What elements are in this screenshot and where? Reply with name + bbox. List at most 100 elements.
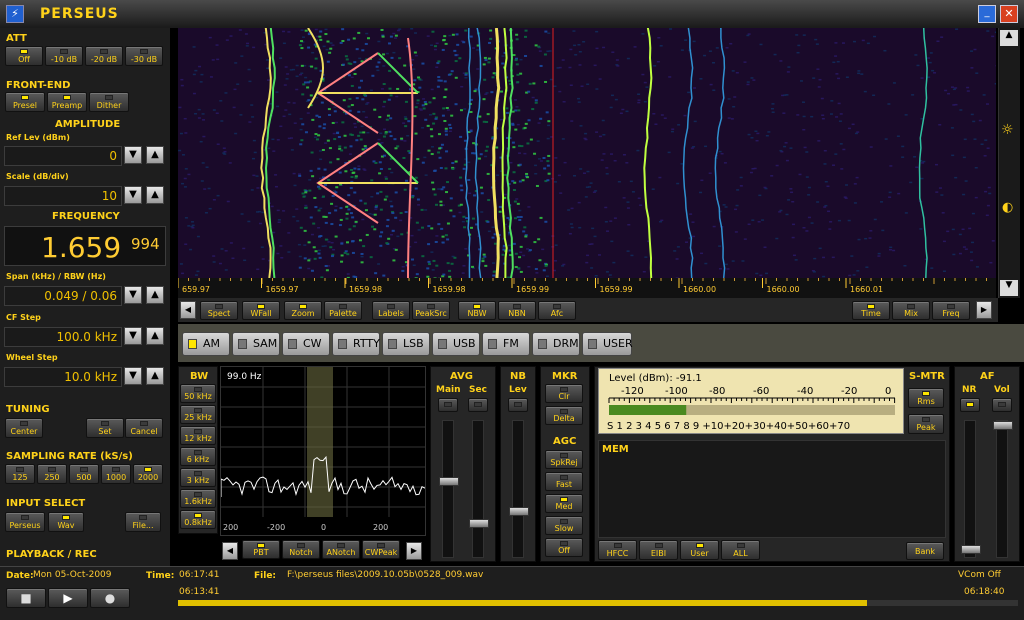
- toolbar-nbn-button[interactable]: NBN: [498, 301, 536, 320]
- toolbar-zoom-button[interactable]: Zoom: [284, 301, 322, 320]
- toolbar-mix-button[interactable]: Mix: [892, 301, 930, 320]
- bw-25-khz-button[interactable]: 25 kHz: [180, 405, 216, 424]
- toolbar-nbw-button[interactable]: NBW: [458, 301, 496, 320]
- smtr-peak-button[interactable]: Peak: [908, 414, 944, 434]
- mode-drm-button[interactable]: DRM: [532, 332, 580, 356]
- filter-cwpeak-button[interactable]: CWPeak: [362, 540, 400, 559]
- ref-lev-down-button[interactable]: ▼: [124, 146, 142, 164]
- toolbar-time-button[interactable]: Time: [852, 301, 890, 320]
- vol-toggle[interactable]: [992, 398, 1012, 412]
- vol-slider[interactable]: [993, 420, 1013, 558]
- bw-0-8khz-button[interactable]: 0.8kHz: [180, 510, 216, 529]
- mode-cw-button[interactable]: CW: [282, 332, 330, 356]
- cf-step-down-button[interactable]: ▼: [124, 327, 142, 345]
- avg-sec-slider[interactable]: [469, 420, 489, 558]
- bank-button[interactable]: Bank: [906, 542, 944, 560]
- record-button[interactable]: ●: [90, 588, 130, 608]
- scale-field[interactable]: 10: [4, 186, 122, 206]
- cf-step-field[interactable]: 100.0 kHz: [4, 327, 122, 347]
- toolbar-right-arrow[interactable]: ▶: [976, 301, 992, 319]
- att-30-db-button[interactable]: -30 dB: [125, 46, 163, 66]
- bw-50-khz-button[interactable]: 50 kHz: [180, 384, 216, 403]
- toolbar-freq-button[interactable]: Freq: [932, 301, 970, 320]
- toolbar-labels-button[interactable]: Labels: [372, 301, 410, 320]
- agc-fast-button[interactable]: Fast: [545, 472, 583, 491]
- sampling-2000-button[interactable]: 2000: [133, 464, 163, 484]
- input-wav-button[interactable]: Wav: [48, 512, 84, 532]
- filter-spectrum[interactable]: 99.0 Hz 200 -200 0 200: [220, 366, 426, 536]
- wheel-step-up-button[interactable]: ▲: [146, 367, 164, 385]
- att-off-button[interactable]: Off: [5, 46, 43, 66]
- agc-spkrej-button[interactable]: SpkRej: [545, 450, 583, 469]
- span-up-button[interactable]: ▲: [146, 286, 164, 304]
- filter-notch-button[interactable]: Notch: [282, 540, 320, 559]
- frontend-dither-button[interactable]: Dither: [89, 92, 129, 112]
- filter-pbt-button[interactable]: PBT: [242, 540, 280, 559]
- toolbar-afc-button[interactable]: Afc: [538, 301, 576, 320]
- bw-3-khz-button[interactable]: 3 kHz: [180, 468, 216, 487]
- toolbar-wfall-button[interactable]: WFall: [242, 301, 280, 320]
- wheel-step-field[interactable]: 10.0 kHz: [4, 367, 122, 387]
- bw-1-6khz-button[interactable]: 1.6kHz: [180, 489, 216, 508]
- sampling-1000-button[interactable]: 1000: [101, 464, 131, 484]
- span-field[interactable]: 0.049 / 0.06: [4, 286, 122, 306]
- span-down-button[interactable]: ▼: [124, 286, 142, 304]
- agc-off-button[interactable]: Off: [545, 538, 583, 557]
- brightness-icon[interactable]: ☼: [1001, 122, 1014, 138]
- nr-slider[interactable]: [961, 420, 981, 558]
- mkr-clr-button[interactable]: Clr: [545, 384, 583, 403]
- scale-down-button[interactable]: ▼: [124, 186, 142, 204]
- agc-slow-button[interactable]: Slow: [545, 516, 583, 535]
- input-perseus-button[interactable]: Perseus: [5, 512, 45, 532]
- bw-12-khz-button[interactable]: 12 kHz: [180, 426, 216, 445]
- mem-all-button[interactable]: ALL: [721, 540, 760, 560]
- mem-hfcc-button[interactable]: HFCC: [598, 540, 637, 560]
- filter-left-arrow[interactable]: ◀: [222, 542, 238, 560]
- playback-progress-track[interactable]: [178, 600, 1018, 606]
- input-file-button[interactable]: File...: [125, 512, 161, 532]
- sampling-250-button[interactable]: 250: [37, 464, 67, 484]
- mode-lsb-button[interactable]: LSB: [382, 332, 430, 356]
- att-20-db-button[interactable]: -20 dB: [85, 46, 123, 66]
- tuning-set-button[interactable]: Set: [86, 418, 124, 438]
- avg-main-toggle[interactable]: [438, 398, 458, 412]
- nb-toggle[interactable]: [508, 398, 528, 412]
- smtr-rms-button[interactable]: Rms: [908, 388, 944, 408]
- tuning-center-button[interactable]: Center: [5, 418, 43, 438]
- avg-sec-toggle[interactable]: [468, 398, 488, 412]
- mode-user-button[interactable]: USER: [582, 332, 633, 356]
- agc-med-button[interactable]: Med: [545, 494, 583, 513]
- contrast-icon[interactable]: ◐: [1002, 200, 1013, 215]
- mode-am-button[interactable]: AM: [182, 332, 230, 356]
- bw-6-khz-button[interactable]: 6 kHz: [180, 447, 216, 466]
- filter-right-arrow[interactable]: ▶: [406, 542, 422, 560]
- waterfall-scrollbar[interactable]: [998, 28, 1020, 298]
- filter-anotch-button[interactable]: ANotch: [322, 540, 360, 559]
- play-button[interactable]: ▶: [48, 588, 88, 608]
- mem-user-button[interactable]: User: [680, 540, 719, 560]
- mode-rtty-button[interactable]: RTTY: [332, 332, 380, 356]
- ref-lev-up-button[interactable]: ▲: [146, 146, 164, 164]
- close-button[interactable]: ✕: [1000, 5, 1018, 23]
- mode-sam-button[interactable]: SAM: [232, 332, 280, 356]
- avg-main-slider[interactable]: [439, 420, 459, 558]
- mode-fm-button[interactable]: FM: [482, 332, 530, 356]
- scale-up-button[interactable]: ▲: [146, 186, 164, 204]
- toolbar-peaksrc-button[interactable]: PeakSrc: [412, 301, 450, 320]
- toolbar-palette-button[interactable]: Palette: [324, 301, 362, 320]
- frontend-presel-button[interactable]: Presel: [5, 92, 45, 112]
- mem-eibi-button[interactable]: EIBI: [639, 540, 678, 560]
- toolbar-left-arrow[interactable]: ◀: [180, 301, 196, 319]
- tuning-cancel-button[interactable]: Cancel: [125, 418, 163, 438]
- att-10-db-button[interactable]: -10 dB: [45, 46, 83, 66]
- mkr-delta-button[interactable]: Delta: [545, 406, 583, 425]
- frequency-display[interactable]: 1.659 994: [4, 226, 166, 266]
- mode-usb-button[interactable]: USB: [432, 332, 480, 356]
- wheel-step-down-button[interactable]: ▼: [124, 367, 142, 385]
- waterfall-display[interactable]: [178, 28, 996, 278]
- ref-lev-field[interactable]: 0: [4, 146, 122, 166]
- stop-button[interactable]: ■: [6, 588, 46, 608]
- frontend-preamp-button[interactable]: Preamp: [47, 92, 87, 112]
- cf-step-up-button[interactable]: ▲: [146, 327, 164, 345]
- nr-toggle[interactable]: [960, 398, 980, 412]
